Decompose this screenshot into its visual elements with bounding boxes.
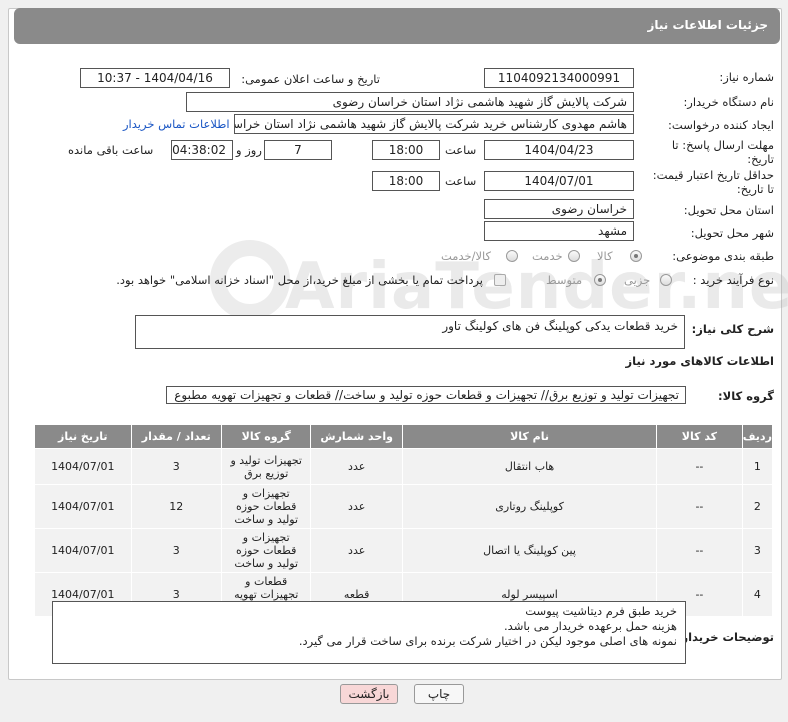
col-name: نام کالا (401, 424, 658, 449)
buyer-note-line: نمونه های اصلی موجود لیکن در اختیار شرکت… (298, 634, 677, 648)
description-text: خرید قطعات یدکی کوپلینگ فن های کولینگ تا… (442, 319, 678, 333)
process-option-medium: متوسط (546, 273, 583, 287)
row-index: 3 (741, 528, 774, 573)
buyer-org-field[interactable]: شرکت پالایش گاز شهید هاشمی نژاد استان خر… (186, 92, 634, 112)
announce-field[interactable]: 1404/04/16 - 10:37 (80, 68, 230, 88)
description-textarea[interactable]: خرید قطعات یدکی کوپلینگ فن های کولینگ تا… (135, 315, 685, 349)
row-group: تجهیزات تولید و توزیع برق (220, 448, 312, 485)
days-label: روز و (236, 143, 262, 157)
page-header: جزئیات اطلاعات نیاز (14, 8, 780, 44)
row-group: تجهیزات و قطعات حوزه تولید و ساخت (220, 484, 312, 529)
city-field[interactable]: مشهد (484, 221, 634, 241)
goods-table: ردیف کد کالا نام کالا واحد شمارش گروه کا… (34, 424, 774, 617)
table-row[interactable]: 3 -- پین کوپلینگ یا اتصال عدد تجهیزات و … (34, 528, 774, 573)
row-date: 1404/07/01 (34, 448, 132, 485)
col-code: کد کالا (656, 424, 743, 449)
payment-note: پرداخت تمام یا بخشی از مبلغ خرید،از محل … (116, 273, 483, 287)
process-label: نوع فرآیند خرید : (692, 273, 774, 287)
process-radio-medium[interactable] (594, 274, 606, 286)
validity-label: حداقل تاریخ اعتبار قیمت: تا تاریخ: (652, 168, 774, 196)
col-unit: واحد شمارش (310, 424, 403, 449)
row-unit: عدد (310, 448, 403, 485)
table-row[interactable]: 2 -- کوپلینگ روتاری عدد تجهیزات و قطعات … (34, 484, 774, 529)
row-index: 1 (741, 448, 774, 485)
process-option-minor: جزیی (624, 273, 651, 287)
category-option-service: خدمت (532, 249, 563, 263)
row-name: کوپلینگ روتاری (401, 484, 658, 529)
validity-time-field[interactable]: 18:00 (372, 171, 440, 191)
row-date: 1404/07/01 (34, 528, 132, 573)
creator-label: ایجاد کننده درخواست: (668, 118, 774, 132)
page-title: جزئیات اطلاعات نیاز (647, 18, 768, 32)
row-index: 4 (741, 572, 774, 617)
category-radio-goods[interactable] (630, 250, 642, 262)
buyer-note-line: هزینه حمل برعهده خریدار می باشد. (504, 619, 677, 633)
need-number-label: شماره نیاز: (719, 70, 774, 84)
row-qty: 3 (130, 448, 223, 485)
buyer-note-line: خرید طبق فرم دیتاشیت پیوست (525, 604, 677, 618)
category-option-goods-service: کالا/خدمت (441, 249, 492, 263)
row-unit: عدد (310, 484, 403, 529)
col-date: تاریخ نیاز (34, 424, 132, 449)
row-index: 2 (741, 484, 774, 529)
payment-checkbox[interactable] (494, 274, 506, 286)
deadline-date-field[interactable]: 1404/04/23 (484, 140, 634, 160)
deadline-label: مهلت ارسال پاسخ: تا تاریخ: (671, 138, 774, 166)
col-index: ردیف (741, 424, 774, 449)
process-radio-minor[interactable] (660, 274, 672, 286)
remaining-label: ساعت باقی مانده (68, 143, 154, 157)
row-group: تجهیزات و قطعات حوزه تولید و ساخت (220, 528, 312, 573)
province-field[interactable]: خراسان رضوی (484, 199, 634, 219)
print-button[interactable]: چاپ (414, 684, 464, 704)
back-button[interactable]: بازگشت (340, 684, 398, 704)
creator-field[interactable]: هاشم مهدوی کارشناس خرید شرکت پالایش گاز … (234, 114, 634, 134)
announce-label: تاریخ و ساعت اعلان عمومی: (241, 72, 380, 86)
buyer-notes-textarea[interactable]: خرید طبق فرم دیتاشیت پیوست هزینه حمل برع… (52, 601, 686, 664)
goods-table-header: ردیف کد کالا نام کالا واحد شمارش گروه کا… (34, 424, 774, 449)
row-qty: 12 (130, 484, 223, 529)
city-label: شهر محل تحویل: (690, 226, 774, 240)
row-code: -- (656, 484, 743, 529)
row-name: هاب انتقال (401, 448, 658, 485)
category-radio-goods-service[interactable] (506, 250, 518, 262)
col-group: گروه کالا (220, 424, 312, 449)
category-radio-service[interactable] (568, 250, 580, 262)
goods-section-title: اطلاعات کالاهای مورد نیاز (625, 354, 774, 368)
category-option-goods: کالا (597, 249, 613, 263)
description-label: شرح کلی نیاز: (691, 322, 774, 336)
buyer-notes-label: توضیحات خریدار: (676, 630, 774, 644)
row-code: -- (656, 528, 743, 573)
row-qty: 3 (130, 528, 223, 573)
row-date: 1404/07/01 (34, 484, 132, 529)
buyer-org-label: نام دستگاه خریدار: (683, 95, 774, 109)
days-field[interactable]: 7 (264, 140, 332, 160)
row-code: -- (656, 448, 743, 485)
validity-time-label: ساعت (445, 174, 477, 188)
category-label: طبقه بندی موضوعی: (672, 249, 774, 263)
col-qty: تعداد / مقدار (130, 424, 223, 449)
validity-date-field[interactable]: 1404/07/01 (484, 171, 634, 191)
table-row[interactable]: 1 -- هاب انتقال عدد تجهیزات تولید و توزی… (34, 448, 774, 485)
contact-info-link[interactable]: اطلاعات تماس خریدار (123, 117, 230, 131)
province-label: استان محل تحویل: (683, 203, 774, 217)
remaining-time-field[interactable]: 04:38:02 (171, 140, 233, 160)
deadline-time-field[interactable]: 18:00 (372, 140, 440, 160)
row-name: پین کوپلینگ یا اتصال (401, 528, 658, 573)
goods-group-label: گروه کالا: (718, 389, 774, 403)
goods-group-field[interactable]: تجهیزات تولید و توزیع برق// تجهیزات و قط… (166, 386, 686, 404)
deadline-time-label: ساعت (445, 143, 477, 157)
need-number-field[interactable]: 1104092134000991 (484, 68, 634, 88)
row-unit: عدد (310, 528, 403, 573)
